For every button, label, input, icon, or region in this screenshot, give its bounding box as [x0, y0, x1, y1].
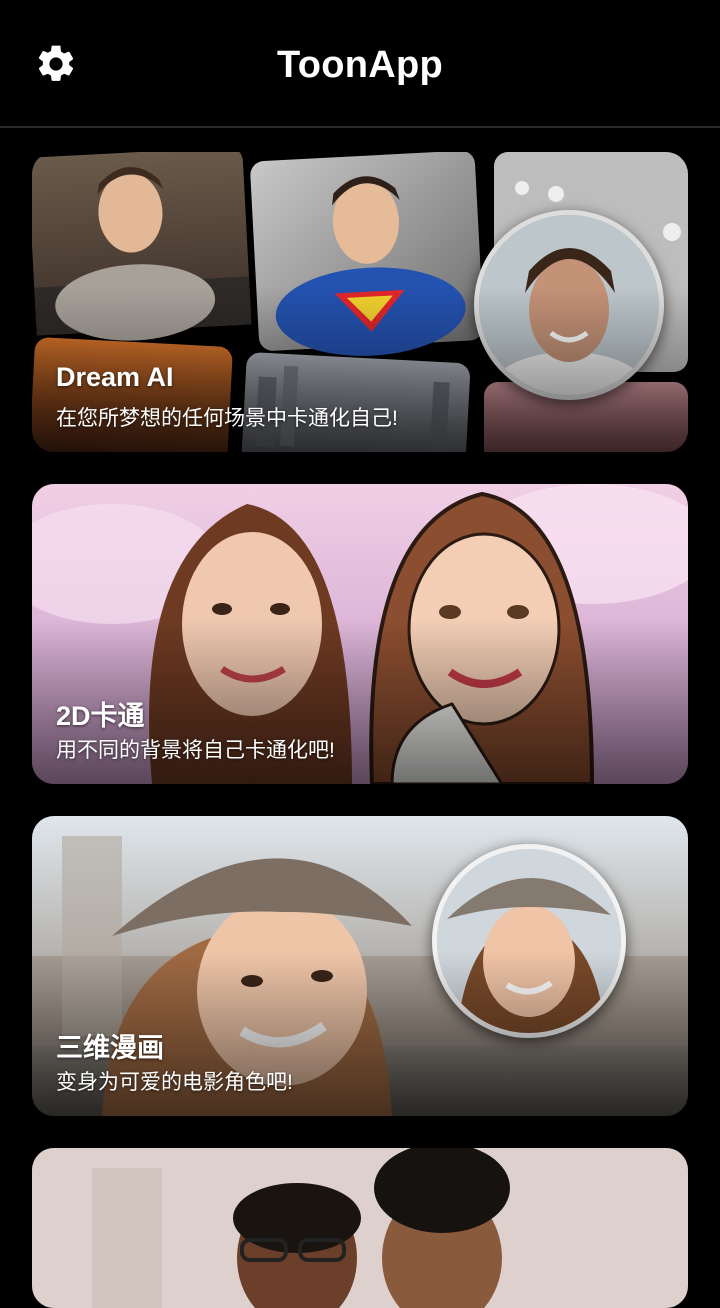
- comic-3d-subtitle: 变身为可爱的电影角色吧!: [56, 1071, 293, 1094]
- top-app-bar: ToonApp: [0, 0, 720, 128]
- dream-ai-title: Dream AI: [56, 362, 174, 392]
- app-title: ToonApp: [277, 44, 443, 86]
- couple-style-image: [32, 1148, 688, 1308]
- comic-3d-title: 三维漫画: [56, 1033, 164, 1063]
- dream-ai-subtitle: 在您所梦想的任何场景中卡通化自己!: [56, 407, 398, 430]
- cartoon-2d-card[interactable]: 2D卡通 用不同的背景将自己卡通化吧!: [32, 484, 688, 784]
- cartoon-2d-subtitle: 用不同的背景将自己卡通化吧!: [56, 739, 335, 762]
- couple-style-card[interactable]: [32, 1148, 688, 1308]
- comic-3d-card[interactable]: 三维漫画 变身为可爱的电影角色吧!: [32, 816, 688, 1116]
- dream-ai-card[interactable]: Dream AI 在您所梦想的任何场景中卡通化自己!: [32, 152, 688, 452]
- cartoon-2d-title: 2D卡通: [56, 701, 145, 731]
